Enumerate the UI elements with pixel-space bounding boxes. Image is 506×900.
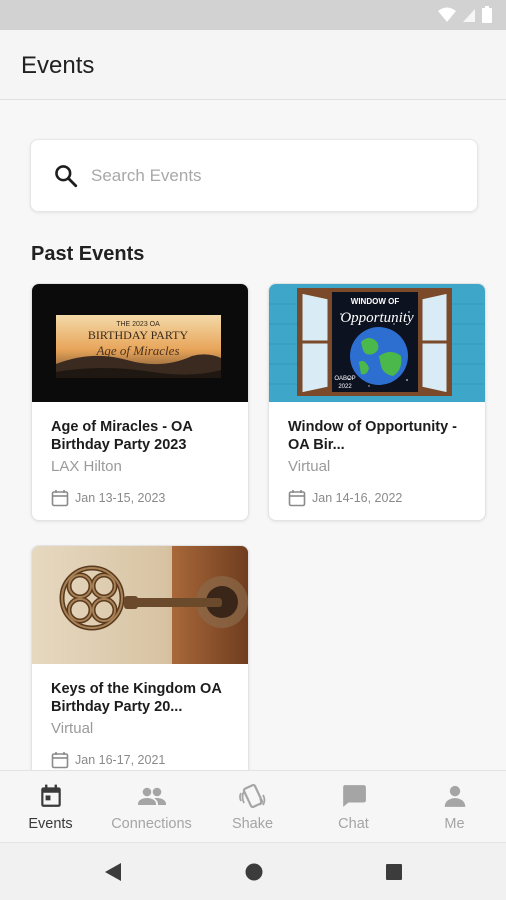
status-bar — [0, 0, 506, 30]
back-icon[interactable] — [103, 862, 123, 882]
event-date: Jan 16-17, 2021 — [75, 753, 166, 767]
section-title-past-events: Past Events — [31, 243, 145, 265]
nav-label: Connections — [111, 816, 192, 832]
calendar-icon — [288, 490, 306, 507]
nav-label: Shake — [231, 816, 274, 832]
nav-item-events[interactable]: Events — [0, 771, 101, 843]
event-date-row: Jan 16-17, 2021 — [51, 751, 165, 769]
page-title: Events — [21, 52, 95, 79]
event-date: Jan 14-16, 2022 — [312, 491, 403, 505]
event-image-text: BIRTHDAY PARTY — [88, 328, 189, 342]
bottom-nav: Events Connections Shake Chat Me — [0, 770, 506, 842]
event-image-text: Age of Miracles — [95, 343, 179, 358]
event-card[interactable]: WINDOW OF Opportunity OABOP 2022 Window … — [268, 283, 486, 521]
nav-item-chat[interactable]: Chat — [303, 771, 404, 843]
event-date-row: Jan 14-16, 2022 — [288, 489, 402, 507]
event-image-text: Opportunity — [340, 310, 414, 326]
event-location: LAX Hilton — [51, 458, 122, 475]
event-image-text: 2022 — [338, 384, 352, 390]
event-image-text: WINDOW OF — [351, 297, 400, 306]
search-box[interactable] — [30, 139, 478, 212]
search-input[interactable] — [91, 158, 451, 194]
event-image-text: THE 2023 OA — [116, 321, 160, 328]
event-location: Virtual — [288, 458, 331, 475]
event-location: Virtual — [51, 720, 94, 737]
person-icon — [444, 785, 465, 807]
nav-label: Me — [444, 816, 465, 832]
event-image: WINDOW OF Opportunity OABOP 2022 — [269, 284, 485, 402]
event-title: Window of Opportunity - OA Bir... — [288, 419, 457, 453]
shake-icon — [238, 783, 265, 809]
nav-label: Events — [28, 816, 73, 832]
system-nav-bar — [0, 842, 506, 900]
nav-item-me[interactable]: Me — [404, 771, 505, 843]
search-icon — [55, 165, 78, 188]
event-image — [32, 546, 248, 664]
nav-item-connections[interactable]: Connections — [101, 771, 202, 843]
calendar-icon — [51, 490, 69, 507]
wifi-icon — [438, 7, 456, 22]
chat-icon — [342, 785, 366, 807]
app-bar: Events — [0, 30, 506, 100]
calendar-icon — [40, 784, 61, 807]
event-image-text: OABOP — [334, 376, 355, 382]
battery-icon — [482, 6, 492, 23]
calendar-icon — [51, 752, 69, 769]
event-card[interactable]: Keys of the Kingdom OA Birthday Party 20… — [31, 545, 249, 783]
nav-label: Chat — [338, 816, 369, 832]
event-date-row: Jan 13-15, 2023 — [51, 489, 165, 507]
recents-icon[interactable] — [384, 862, 404, 882]
event-date: Jan 13-15, 2023 — [75, 491, 166, 505]
home-icon[interactable] — [244, 862, 264, 882]
status-icons — [438, 6, 492, 23]
event-title: Age of Miracles - OA Birthday Party 2023 — [51, 419, 193, 453]
nav-item-shake[interactable]: Shake — [202, 771, 303, 843]
event-card[interactable]: THE 2023 OA BIRTHDAY PARTY Age of Miracl… — [31, 283, 249, 521]
signal-icon — [463, 8, 475, 22]
people-icon — [137, 787, 166, 805]
event-image: THE 2023 OA BIRTHDAY PARTY Age of Miracl… — [32, 284, 248, 402]
event-title: Keys of the Kingdom OA Birthday Party 20… — [51, 681, 222, 715]
